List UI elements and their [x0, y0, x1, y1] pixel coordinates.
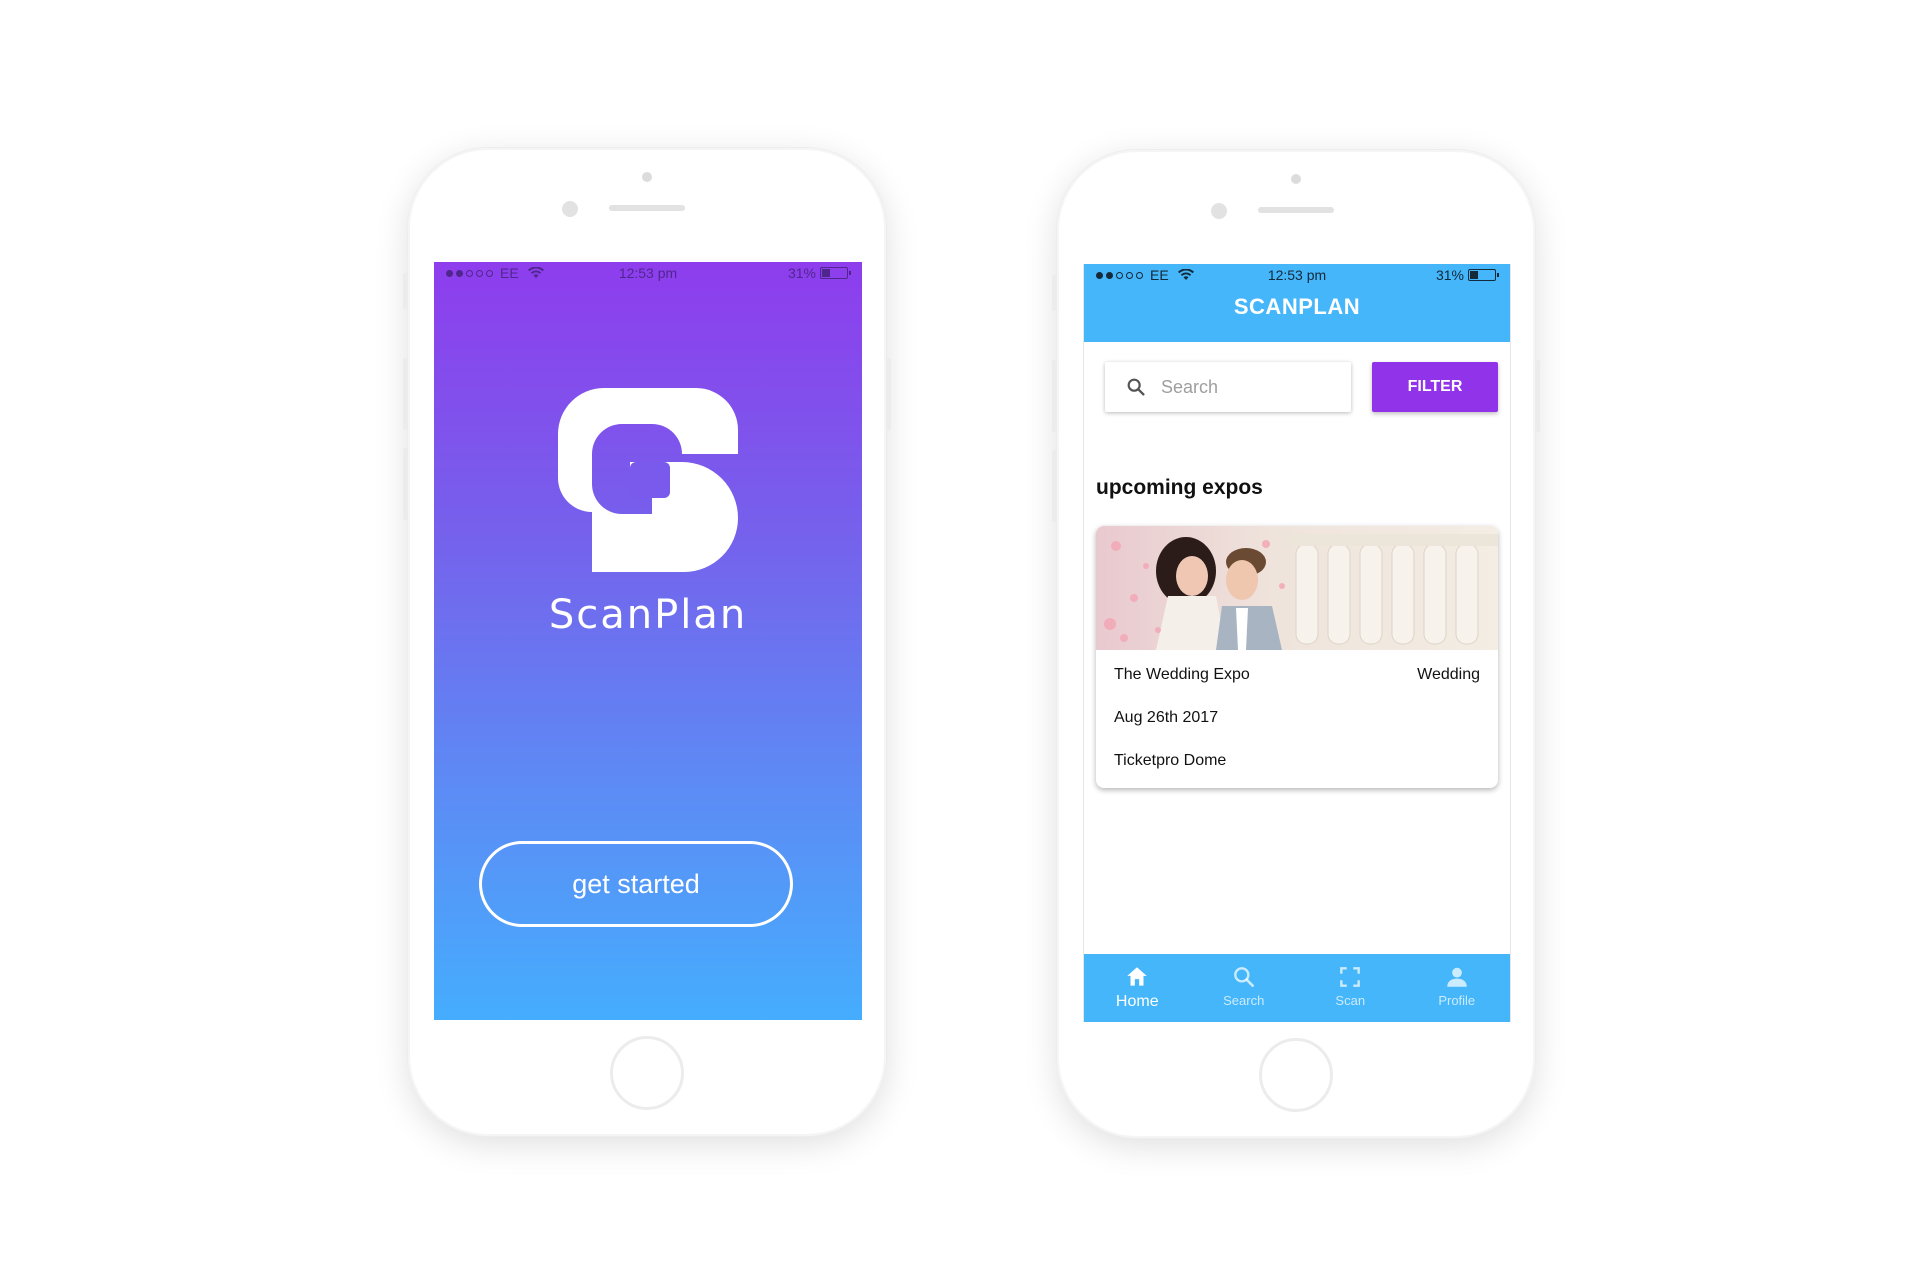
mute-switch [1052, 275, 1057, 311]
expo-category: Wedding [1417, 666, 1480, 683]
battery-icon [1468, 269, 1499, 281]
status-bar: EE 12:53 pm 31% [434, 262, 862, 284]
scanplan-logo-icon [558, 388, 738, 572]
app-name: ScanPlan [548, 592, 748, 638]
battery-icon [820, 267, 851, 279]
earpiece-speaker [609, 205, 685, 211]
nav-item-profile[interactable]: Profile [1404, 954, 1511, 1022]
nav-label: Profile [1438, 993, 1476, 1008]
battery-percent: 31% [787, 265, 816, 281]
nav-label: Home [1115, 993, 1159, 1010]
front-camera [1211, 203, 1227, 219]
volume-down-button [403, 448, 408, 520]
profile-icon [1447, 967, 1467, 987]
volume-up-button [403, 358, 408, 430]
filter-button[interactable]: FILTER [1372, 362, 1498, 412]
expo-card-image [1096, 526, 1498, 650]
section-title: upcoming expos [1096, 476, 1263, 499]
mute-switch [403, 273, 408, 309]
proximity-sensor [1291, 174, 1301, 184]
app-bar-title: SCANPLAN [1233, 294, 1361, 319]
status-bar: EE 12:53 pm 31% [1084, 264, 1510, 286]
power-button [1535, 360, 1540, 432]
search-icon [1127, 378, 1145, 396]
get-started-button[interactable]: get started [479, 841, 793, 927]
earpiece-speaker [1258, 207, 1334, 213]
proximity-sensor [642, 172, 652, 182]
home-icon [1127, 967, 1147, 986]
phone-home: EE 12:53 pm 31% SCANPLAN FILTER [1052, 150, 1540, 1138]
search-input[interactable] [1161, 376, 1331, 398]
expo-card[interactable]: The Wedding Expo Wedding Aug 26th 2017 T… [1096, 526, 1498, 788]
status-right: 31% [1435, 267, 1499, 283]
home-screen: EE 12:53 pm 31% SCANPLAN FILTER [1083, 264, 1511, 1022]
expo-date: Aug 26th 2017 [1114, 709, 1219, 726]
app-bar: EE 12:53 pm 31% SCANPLAN [1084, 264, 1510, 342]
nav-item-search[interactable]: Search [1191, 954, 1298, 1022]
battery-percent: 31% [1435, 267, 1464, 283]
search-icon [1233, 967, 1254, 987]
nav-item-scan[interactable]: Scan [1297, 954, 1404, 1022]
home-button[interactable] [1259, 1038, 1333, 1112]
splash-screen: EE 12:53 pm 31% ScanPlan get started [434, 262, 862, 1020]
front-camera [562, 201, 578, 217]
expo-venue: Ticketpro Dome [1114, 752, 1227, 769]
volume-up-button [1052, 360, 1057, 432]
volume-down-button [1052, 450, 1057, 522]
home-button[interactable] [610, 1036, 684, 1110]
search-field[interactable] [1105, 362, 1351, 412]
phone-splash: EE 12:53 pm 31% ScanPlan get started [403, 148, 891, 1136]
scan-icon [1340, 967, 1361, 987]
nav-item-home[interactable]: Home [1084, 954, 1191, 1022]
nav-label: Search [1223, 993, 1265, 1008]
bottom-nav: Home Search Scan Profile [1084, 954, 1510, 1022]
status-right: 31% [787, 265, 851, 281]
power-button [886, 358, 891, 430]
nav-label: Scan [1335, 993, 1366, 1008]
